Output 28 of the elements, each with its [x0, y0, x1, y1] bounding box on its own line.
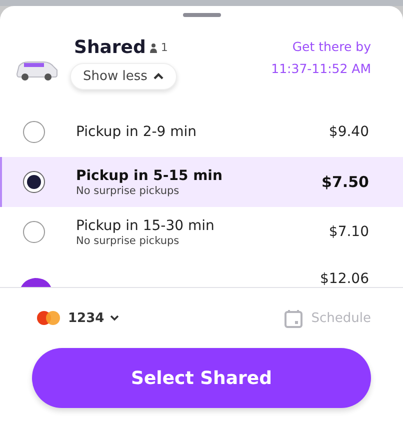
- option-price: $7.50: [322, 173, 369, 191]
- ride-option[interactable]: Pickup in 2-9 min $9.40: [0, 107, 403, 157]
- select-ride-button[interactable]: Select Shared: [32, 348, 371, 408]
- chevron-up-icon: [153, 73, 164, 80]
- option-price: $9.40: [328, 124, 369, 140]
- option-subtitle: No surprise pickups: [76, 184, 180, 196]
- payment-selector[interactable]: 1234: [36, 310, 120, 326]
- drag-handle[interactable]: [182, 13, 220, 17]
- eta-label: Get there by: [292, 39, 371, 54]
- option-title: Pickup in 5-15 min: [76, 168, 222, 184]
- chevron-down-icon: [110, 315, 120, 321]
- option-title: Pickup in 15-30 min: [76, 218, 214, 234]
- seat-count: 1: [160, 41, 168, 54]
- eta-time: 11:37-11:52 AM: [271, 61, 371, 76]
- show-less-button[interactable]: Show less: [70, 63, 178, 90]
- option-price: $12.06: [320, 271, 369, 287]
- radio-button[interactable]: [23, 171, 45, 193]
- person-icon: [150, 42, 157, 52]
- option-subtitle: No surprise pickups: [76, 234, 180, 246]
- ride-title: Shared: [74, 37, 146, 58]
- ride-option[interactable]: Pickup in 15-30 min No surprise pickups $7.10: [0, 207, 403, 257]
- card-logo-icon: [36, 310, 62, 326]
- radio-button[interactable]: [23, 121, 45, 143]
- option-price: $7.10: [328, 224, 369, 240]
- calendar-icon: [284, 308, 304, 328]
- ride-option[interactable]: Pickup in 5-15 min No surprise pickups $7.50: [0, 157, 403, 207]
- option-title: Pickup in 2-9 min: [76, 124, 197, 140]
- radio-button[interactable]: [23, 221, 45, 243]
